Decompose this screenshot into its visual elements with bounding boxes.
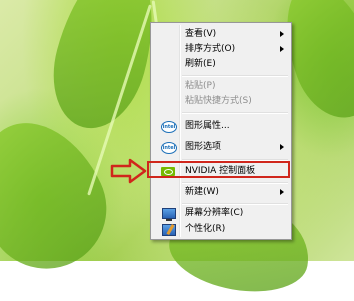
menu-item-label: 新建(W) (185, 187, 219, 197)
highlight-box (147, 161, 290, 178)
menu-item-label: 查看(V) (185, 29, 217, 39)
menu-separator (182, 182, 288, 184)
menu-item-personalize[interactable]: 个性化(R) (153, 222, 289, 237)
menu-item-sort-by[interactable]: 排序方式(O) (153, 42, 289, 57)
menu-item-screen-resolution[interactable]: 屏幕分辨率(C) (153, 206, 289, 221)
personalize-icon (162, 224, 176, 236)
desktop-context-menu: 查看(V) 排序方式(O) 刷新(E) 粘贴(P) 粘贴快捷方式(S) inte… (150, 22, 292, 240)
submenu-arrow-icon (280, 144, 284, 150)
menu-item-graphics-options[interactable]: intel 图形选项 (153, 140, 289, 155)
display-icon (162, 208, 176, 221)
intel-graphics-icon: intel (161, 121, 177, 133)
menu-item-graphics-properties[interactable]: intel 图形属性... (153, 119, 289, 134)
menu-separator (182, 203, 288, 205)
submenu-arrow-icon (280, 46, 284, 52)
menu-item-view[interactable]: 查看(V) (153, 27, 289, 42)
submenu-arrow-icon (280, 31, 284, 37)
menu-separator (182, 112, 288, 114)
menu-item-refresh[interactable]: 刷新(E) (153, 57, 289, 72)
menu-item-label: 刷新(E) (185, 59, 216, 69)
menu-item-label: 粘贴(P) (185, 81, 216, 91)
menu-item-paste-shortcut: 粘贴快捷方式(S) (153, 94, 289, 109)
menu-item-label: 粘贴快捷方式(S) (185, 96, 252, 106)
menu-item-label: 屏幕分辨率(C) (185, 208, 244, 218)
menu-item-label: 图形选项 (185, 142, 222, 152)
intel-graphics-icon: intel (161, 142, 177, 154)
menu-item-label: 个性化(R) (185, 224, 226, 234)
menu-item-label: 图形属性... (185, 121, 230, 131)
menu-item-label: 排序方式(O) (185, 44, 236, 54)
menu-separator (182, 75, 288, 77)
submenu-arrow-icon (280, 189, 284, 195)
menu-item-new[interactable]: 新建(W) (153, 185, 289, 200)
menu-item-paste: 粘贴(P) (153, 79, 289, 94)
red-arrow-icon (110, 158, 147, 184)
